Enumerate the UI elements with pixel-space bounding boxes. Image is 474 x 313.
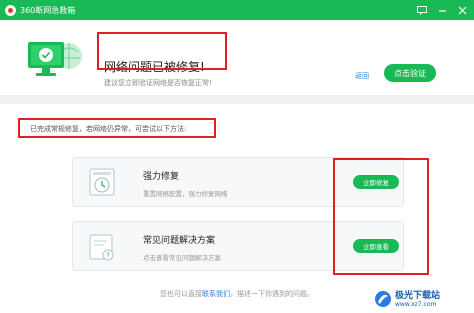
faq-document-icon: ? bbox=[89, 234, 114, 261]
card-desc: 重置网络配置，强力修复网络 bbox=[143, 190, 228, 198]
view-solutions-button[interactable]: 立即查看 bbox=[353, 239, 399, 253]
app-logo-icon bbox=[5, 4, 16, 16]
feedback-icon[interactable] bbox=[416, 4, 428, 16]
window-controls bbox=[416, 0, 468, 20]
content-area bbox=[0, 104, 474, 313]
minimize-icon[interactable] bbox=[436, 4, 448, 16]
svg-text:?: ? bbox=[106, 252, 110, 260]
title-bar: 360断网急救箱 bbox=[0, 0, 474, 20]
force-repair-button[interactable]: 立即修复 bbox=[353, 175, 399, 189]
force-repair-icon bbox=[89, 168, 115, 196]
card-force-repair: 强力修复 重置网络配置，强力修复网络 立即修复 bbox=[72, 157, 404, 207]
result-subline: 建议您立即验证网络是否恢复正常! bbox=[104, 79, 212, 87]
result-headline: 网络问题已被修复! bbox=[104, 60, 205, 74]
contact-us-link[interactable]: 联系我们 bbox=[202, 290, 230, 298]
footer-text-before: 您也可以直接 bbox=[160, 290, 202, 298]
monitor-success-icon bbox=[28, 42, 82, 76]
verify-button[interactable]: 点击验证 bbox=[384, 64, 436, 82]
card-faq-solutions: ? 常见问题解决方案 点击查看常见问题解决方案 立即查看 bbox=[72, 221, 404, 271]
watermark-text: 极光下载站 bbox=[395, 290, 441, 301]
repair-hint: 已完成常规修复，若网络仍异常，可尝试以下方法: bbox=[30, 125, 187, 133]
watermark-logo-icon bbox=[375, 291, 391, 307]
watermark: 极光下载站 www.xz7.com bbox=[374, 288, 472, 310]
card-title: 强力修复 bbox=[143, 172, 180, 182]
result-panel: 网络问题已被修复! 建议您立即验证网络是否恢复正常! 返回 点击验证 bbox=[0, 20, 474, 95]
window-title: 360断网急救箱 bbox=[20, 5, 76, 15]
watermark-url: www.xz7.com bbox=[395, 300, 437, 308]
footer-text-after: ，描述一下你遇到的问题。 bbox=[230, 290, 314, 298]
back-link[interactable]: 返回 bbox=[355, 71, 369, 81]
card-title: 常见问题解决方案 bbox=[143, 236, 216, 246]
close-icon[interactable] bbox=[456, 4, 468, 16]
card-desc: 点击查看常见问题解决方案 bbox=[143, 254, 221, 262]
